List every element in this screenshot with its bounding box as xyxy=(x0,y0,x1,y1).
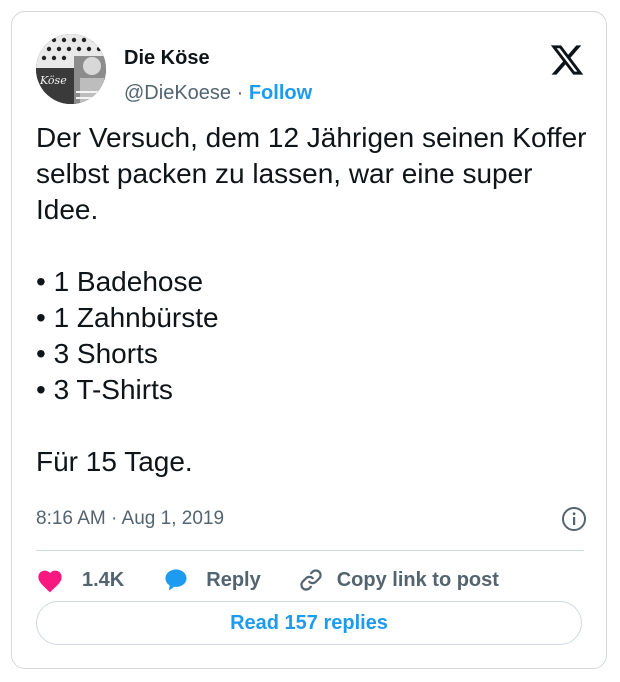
separator-dot: · xyxy=(236,82,244,104)
copy-link-button[interactable]: Copy link to post xyxy=(297,566,499,594)
avatar[interactable]: Köse xyxy=(36,34,106,104)
info-icon[interactable] xyxy=(561,506,587,532)
author-handle-row: @DieKoese · Follow xyxy=(124,82,312,105)
copy-link-label: Copy link to post xyxy=(336,568,499,591)
reply-label: Reply xyxy=(206,568,261,591)
like-button[interactable]: 1.4K xyxy=(36,567,124,593)
reply-bubble-icon xyxy=(162,566,190,594)
reply-button[interactable]: Reply xyxy=(162,566,261,594)
tweet-text: Der Versuch, dem 12 Jährigen seinen Koff… xyxy=(36,122,587,477)
svg-text:Köse: Köse xyxy=(39,74,67,87)
like-count: 1.4K xyxy=(82,568,125,591)
heart-icon xyxy=(36,567,64,593)
author-name[interactable]: Die Köse xyxy=(124,47,210,70)
x-logo-icon[interactable] xyxy=(549,42,585,78)
tweet-timestamp[interactable]: 8:16 AM · Aug 1, 2019 xyxy=(36,508,224,530)
tweet-card: Köse Die Köse @DieKoese · Follow Der Ver… xyxy=(11,11,607,669)
author-handle[interactable]: @DieKoese xyxy=(124,82,231,104)
read-replies-button[interactable]: Read 157 replies xyxy=(36,601,582,645)
divider xyxy=(36,550,584,551)
action-bar: 1.4K Reply Copy link to post xyxy=(36,565,499,595)
link-icon xyxy=(297,566,325,594)
follow-link[interactable]: Follow xyxy=(249,82,312,104)
